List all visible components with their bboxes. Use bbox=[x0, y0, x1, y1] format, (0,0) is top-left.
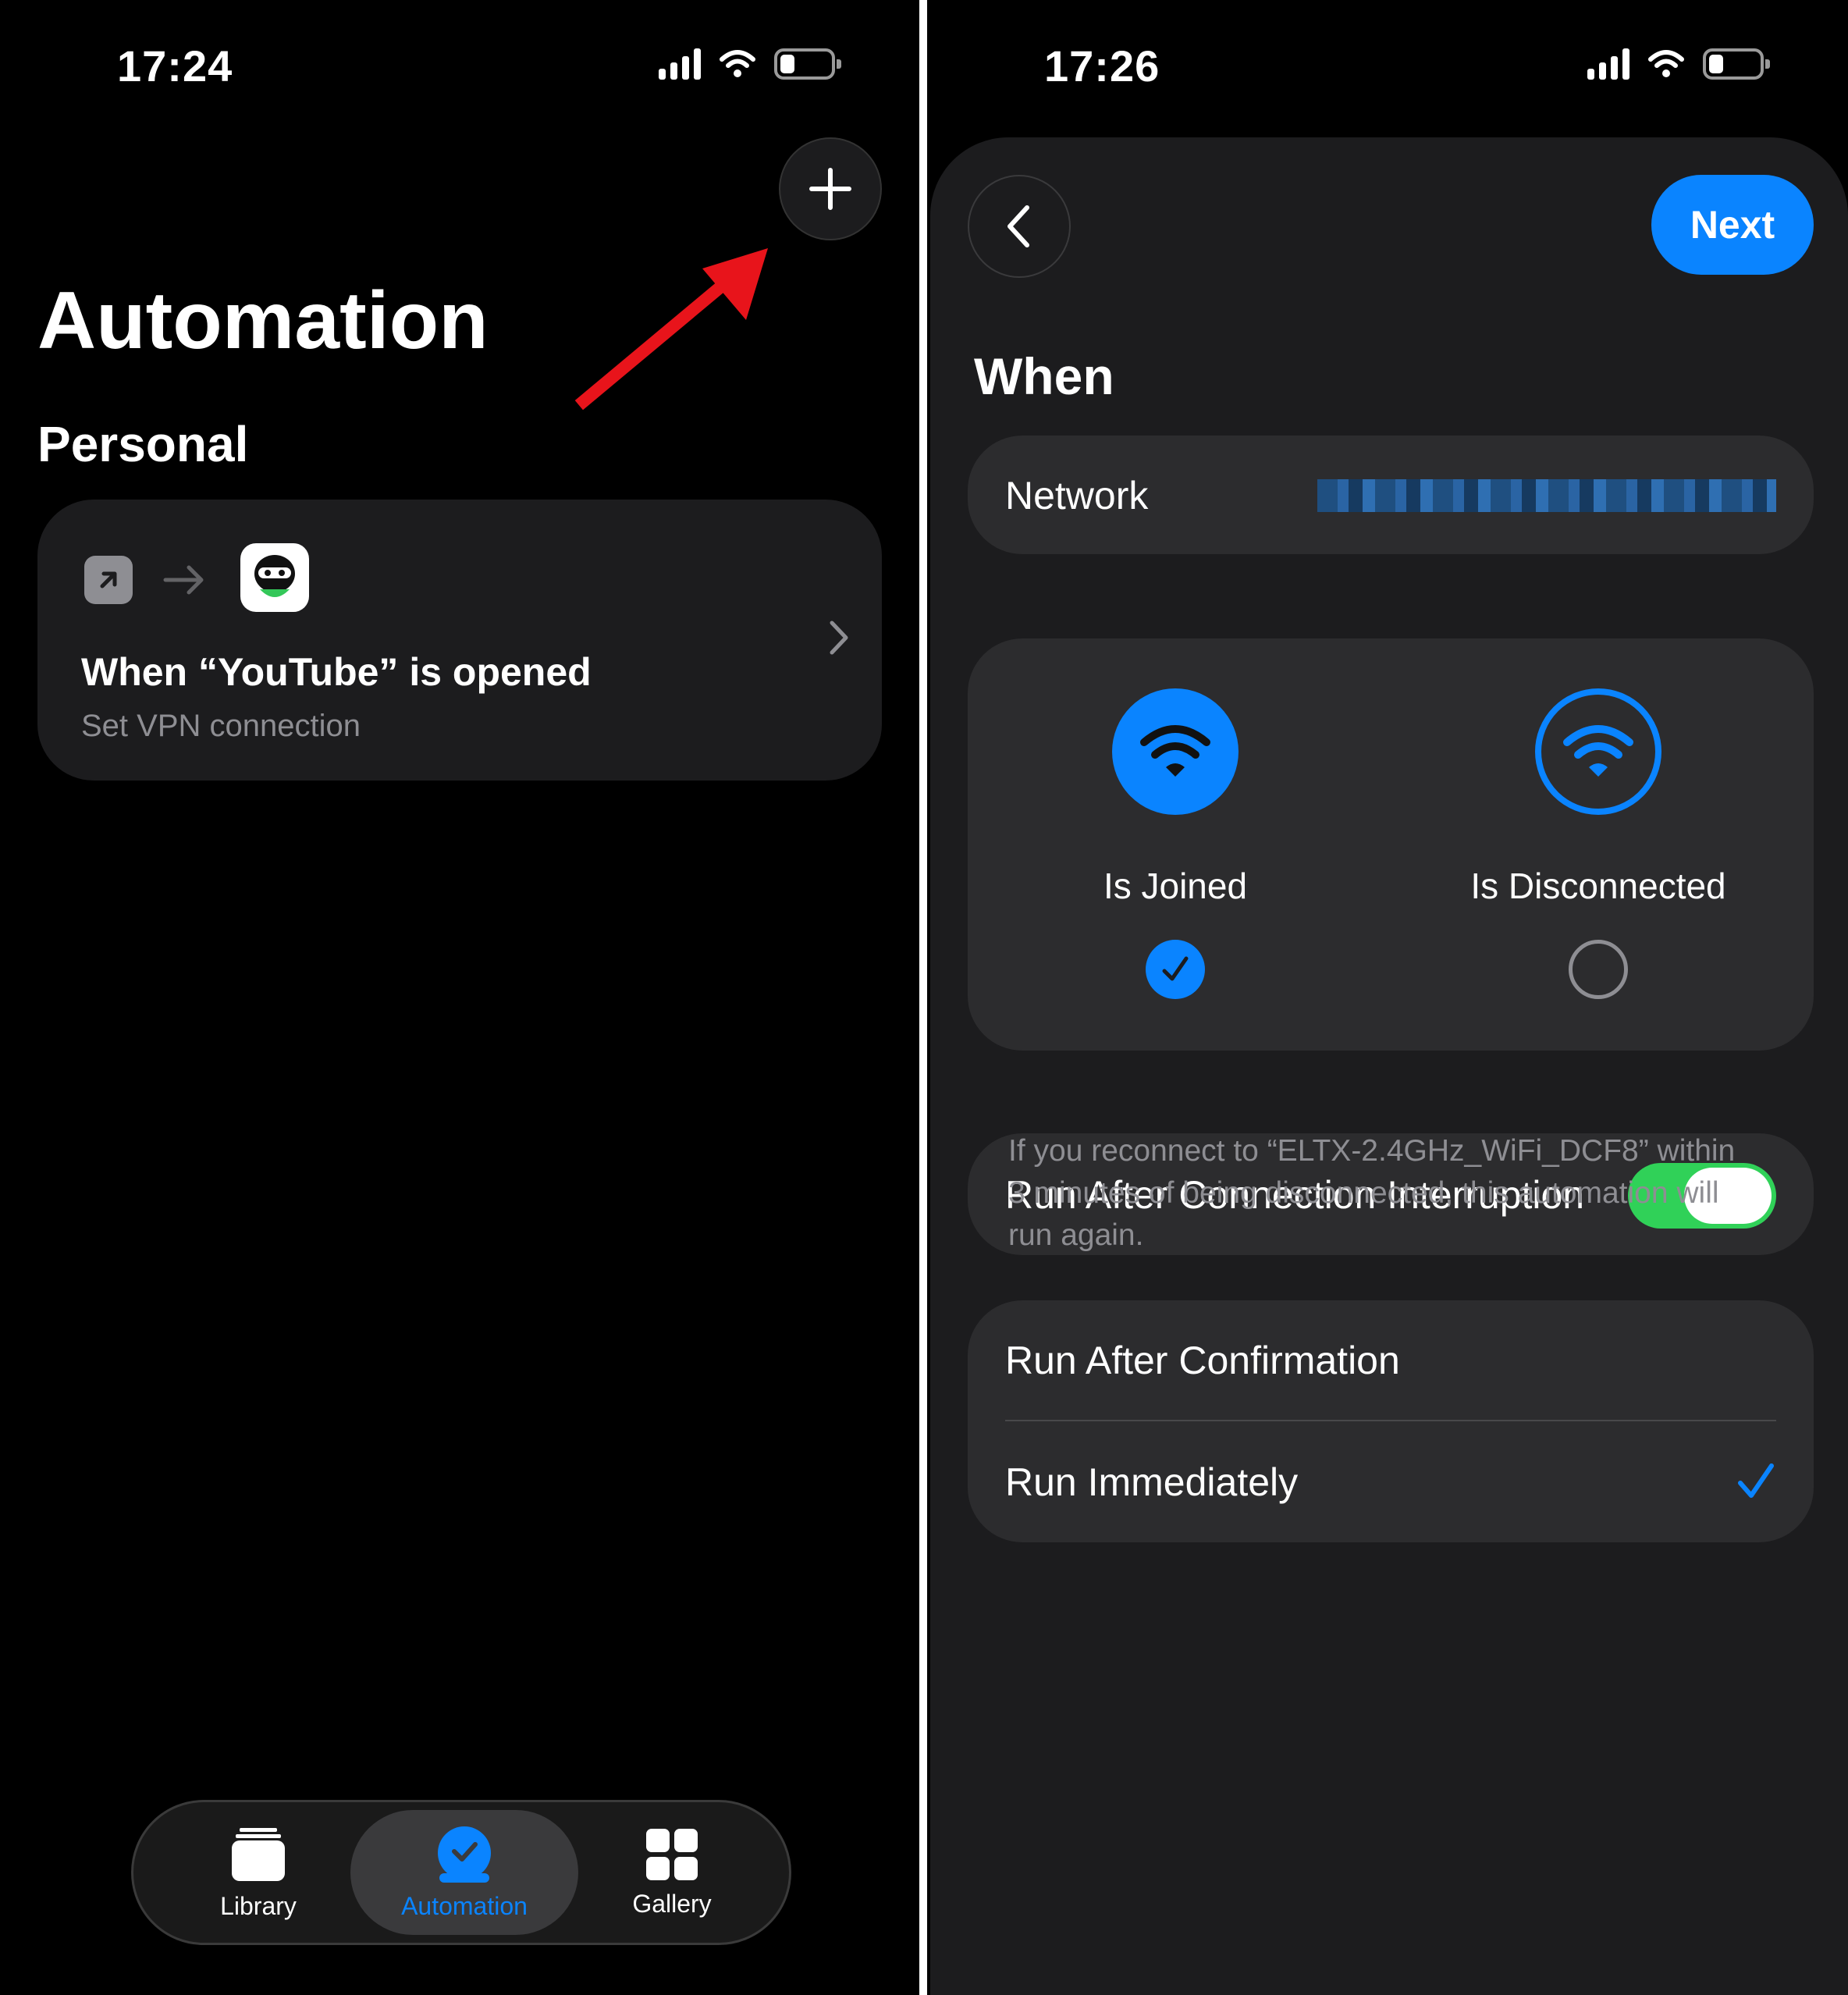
status-time: 17:24 bbox=[117, 41, 233, 91]
divider bbox=[1005, 1420, 1776, 1421]
battery-icon bbox=[774, 48, 841, 80]
vpn-app-icon bbox=[240, 543, 309, 612]
when-title: When bbox=[974, 347, 1114, 405]
cellular-signal-icon bbox=[659, 48, 701, 80]
radio-checked-joined[interactable] bbox=[1146, 940, 1205, 999]
checkmark-icon bbox=[1738, 1463, 1774, 1498]
state-label-disconnected: Is Disconnected bbox=[1470, 866, 1726, 906]
chevron-right-icon bbox=[830, 621, 848, 655]
arrow-right-icon bbox=[163, 565, 204, 595]
wifi-status-icon bbox=[1648, 50, 1684, 77]
automation-title: When “YouTube” is opened bbox=[81, 650, 592, 694]
battery-icon bbox=[1703, 48, 1770, 80]
network-row[interactable]: Network bbox=[968, 436, 1814, 554]
tab-automation[interactable]: Automation bbox=[350, 1810, 578, 1935]
tab-bar: Library Automation Gallery bbox=[131, 1800, 791, 1945]
automation-icon bbox=[438, 1826, 491, 1883]
state-option-joined[interactable]: Is Joined bbox=[1011, 688, 1339, 999]
wifi-disconnected-icon bbox=[1535, 688, 1661, 815]
add-automation-button[interactable] bbox=[779, 137, 882, 240]
wifi-joined-icon bbox=[1112, 688, 1239, 815]
run-after-confirmation-option[interactable]: Run After Confirmation bbox=[1005, 1338, 1400, 1383]
right-screenshot: 17:26 Next When Network Is Joined Is Dis… bbox=[927, 0, 1848, 1995]
network-label: Network bbox=[1005, 474, 1149, 517]
radio-empty-disconnected[interactable] bbox=[1569, 940, 1628, 999]
run-mode-group: Run After Confirmation Run Immediately bbox=[968, 1300, 1814, 1542]
network-value-redacted bbox=[1317, 479, 1776, 512]
gallery-icon bbox=[646, 1828, 698, 1880]
tab-gallery[interactable]: Gallery bbox=[570, 1810, 773, 1935]
section-title: Personal bbox=[37, 416, 249, 472]
cellular-signal-icon bbox=[1587, 48, 1629, 80]
page-title: Automation bbox=[37, 276, 489, 366]
chevron-left-icon bbox=[1008, 205, 1029, 247]
tab-label-automation: Automation bbox=[401, 1891, 528, 1920]
status-icons bbox=[659, 48, 841, 80]
status-icons bbox=[1587, 48, 1770, 80]
state-option-disconnected[interactable]: Is Disconnected bbox=[1434, 688, 1762, 999]
automation-card[interactable]: When “YouTube” is opened Set VPN connect… bbox=[37, 500, 882, 781]
automation-subtitle: Set VPN connection bbox=[81, 709, 361, 743]
plus-icon bbox=[809, 168, 851, 210]
interruption-footnote: If you reconnect to “ELTX-2.4GHz_WiFi_DC… bbox=[1008, 1134, 1736, 1252]
tab-label-library: Library bbox=[220, 1891, 297, 1920]
open-app-icon bbox=[84, 556, 133, 604]
state-label-joined: Is Joined bbox=[1103, 866, 1248, 906]
network-state-picker: Is Joined Is Disconnected bbox=[968, 638, 1814, 1051]
tab-label-gallery: Gallery bbox=[632, 1889, 712, 1918]
back-button[interactable] bbox=[968, 175, 1071, 278]
library-icon bbox=[232, 1827, 285, 1881]
next-button[interactable]: Next bbox=[1651, 175, 1814, 275]
left-screenshot: 17:24 Automation Personal When “YouTube”… bbox=[0, 0, 919, 1995]
checkmark-icon bbox=[1162, 956, 1189, 981]
wifi-status-icon bbox=[720, 50, 755, 77]
when-sheet: Next When Network Is Joined Is Disconnec… bbox=[930, 137, 1848, 1995]
tab-library[interactable]: Library bbox=[157, 1810, 360, 1935]
status-time: 17:26 bbox=[1044, 41, 1160, 91]
annotation-arrow bbox=[574, 248, 768, 411]
run-immediately-option[interactable]: Run Immediately bbox=[1005, 1460, 1298, 1505]
